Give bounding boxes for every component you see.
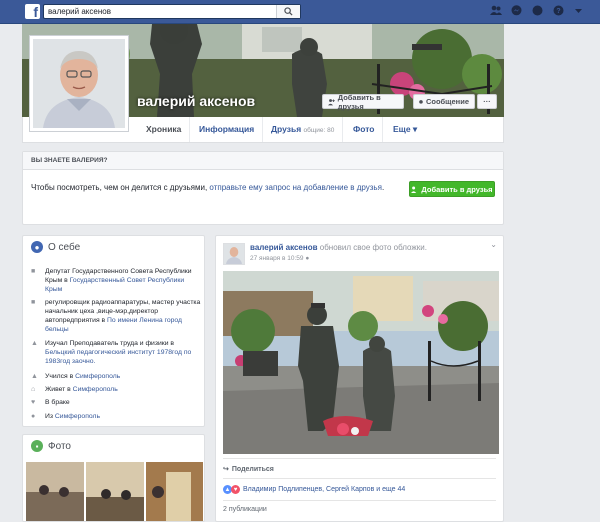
add-friend-icon [411,186,417,193]
intro-text: В браке [45,399,70,406]
divider [223,458,496,459]
intro-link[interactable]: Бельцкий педагогический институт 1978год… [45,349,191,365]
post-date[interactable]: 27 января в 10:59 [250,255,304,262]
intro-item-education: ▲ Изучал Преподаватель труда и физики в … [31,339,201,366]
tab-about[interactable]: Информация [191,117,264,142]
friend-suggestion-card: ВЫ ЗНАЕТЕ ВАЛЕРИЯ? Чтобы посмотреть, чем… [22,151,504,225]
post-card: валерий аксенов обновил свое фото обложк… [215,235,504,522]
top-icons: ? [490,5,585,16]
globe-icon: ● [305,255,310,262]
intro-item-relationship: ♥ В браке [31,398,70,407]
friends-icon[interactable] [490,5,502,16]
post-reactions[interactable]: ▲ ♥ Владимир Подлипенцев, Сергей Карпов … [223,485,405,494]
location-pin-icon: ● [31,413,36,420]
intro-text: Из [45,413,55,420]
briefcase-icon: ■ [31,268,36,275]
friend-suggestion-suffix: . [381,183,385,192]
intro-item-studied: ▲ Учился в Симферополь [31,372,120,381]
photos-thumbnails[interactable] [26,462,203,522]
search-box [43,4,301,19]
post-author-link[interactable]: валерий аксенов [250,243,318,252]
post-author-avatar[interactable] [223,243,245,265]
divider [223,478,496,479]
briefcase-icon: ■ [31,299,36,306]
friend-suggestion-body: Чтобы посмотреть, чем он делится с друзь… [31,183,210,192]
post-image[interactable] [223,271,499,454]
message-button[interactable]: Сообщение [413,94,475,109]
notifications-icon[interactable] [532,5,543,16]
tab-friends-label: Друзья [271,124,302,134]
intro-link[interactable]: Симферополь [73,386,118,393]
add-friend-button[interactable]: Добавить в друзья [322,92,404,111]
publications-count[interactable]: 2 публикации [223,506,267,513]
intro-item-work: ■ Депутат Государственного Совета Респуб… [31,267,201,294]
intro-link[interactable]: Симферополь [75,373,120,380]
intro-text: Живет в [45,386,73,393]
tab-more[interactable]: Еще ▾ [385,117,425,142]
top-navigation-bar: f ? [0,0,600,24]
photos-title[interactable]: Фото [48,441,71,452]
send-request-link[interactable]: отправьте ему запрос на добавление в дру… [209,183,382,192]
add-friend-label: Добавить в друзья [337,92,381,111]
divider [223,500,496,501]
tab-friends[interactable]: Друзья общие: 80 [263,117,344,142]
post-header: валерий аксенов обновил свое фото обложк… [250,243,427,252]
friend-suggestion-text: Чтобы посмотреть, чем он делится с друзь… [31,183,384,192]
intro-item-from: ● Из Симферополь [31,412,100,421]
messenger-icon [419,99,423,104]
intro-card: ● О себе ■ Депутат Государственного Сове… [22,235,205,427]
post-options-icon[interactable]: ⌄ [490,240,497,249]
intro-text: Изучал Преподаватель труда и физики в [45,340,175,347]
add-friend-green-label: Добавить в друзья [421,184,493,194]
intro-item-lives: ⌂ Живет в Симферополь [31,385,118,394]
post-meta: 27 января в 10:59 ● [250,255,309,262]
reactions-text: Владимир Подлипенцев, Сергей Карпов и ещ… [243,486,406,493]
message-label: Сообщение [425,97,469,106]
share-icon: ↪ [223,466,229,473]
intro-title: О себе [48,241,81,253]
more-label: ··· [483,97,491,106]
tab-timeline-label: Хроника [146,124,182,134]
messages-icon[interactable] [511,5,522,16]
mutual-friends-count: общие: 80 [303,127,335,134]
help-icon[interactable]: ? [553,5,564,16]
profile-picture[interactable] [29,35,129,132]
intro-text: Учился в [45,373,76,380]
search-input[interactable] [44,5,274,18]
photo-icon: ▪ [31,440,43,452]
graduation-cap-icon: ▲ [31,373,38,380]
intro-header: ● О себе [23,236,204,258]
photos-header: ▪ Фото [23,435,204,457]
globe-icon: ● [31,241,43,253]
intro-item-job: ■ регулировщик радиоаппаратуры, мастер у… [31,298,201,334]
love-reaction-icon: ♥ [231,485,240,494]
more-options-button[interactable]: ··· [477,94,497,109]
svg-text:?: ? [556,8,560,15]
tab-photos[interactable]: Фото [345,117,384,142]
add-friend-green-button[interactable]: Добавить в друзья [409,181,495,197]
tab-more-label: Еще ▾ [393,124,418,134]
graduation-cap-icon: ▲ [31,340,38,347]
add-friend-icon [328,98,335,105]
profile-name: валерий аксенов [137,93,256,109]
share-label: Поделиться [231,465,274,473]
home-icon: ⌂ [31,386,36,393]
share-button[interactable]: ↪ Поделиться [223,465,274,474]
post-action: обновил свое фото обложки. [317,243,427,252]
dropdown-icon[interactable] [574,5,585,16]
tab-about-label: Информация [199,124,255,134]
photos-card: ▪ Фото [22,434,205,522]
intro-link[interactable]: Симферополь [55,413,100,420]
heart-icon: ♥ [31,399,36,406]
tab-timeline[interactable]: Хроника [138,117,191,142]
tab-photos-label: Фото [353,124,375,134]
friend-suggestion-title: ВЫ ЗНАЕТЕ ВАЛЕРИЯ? [23,152,503,170]
search-icon [284,7,293,16]
search-button[interactable] [276,5,300,18]
facebook-logo[interactable]: f [25,4,40,19]
